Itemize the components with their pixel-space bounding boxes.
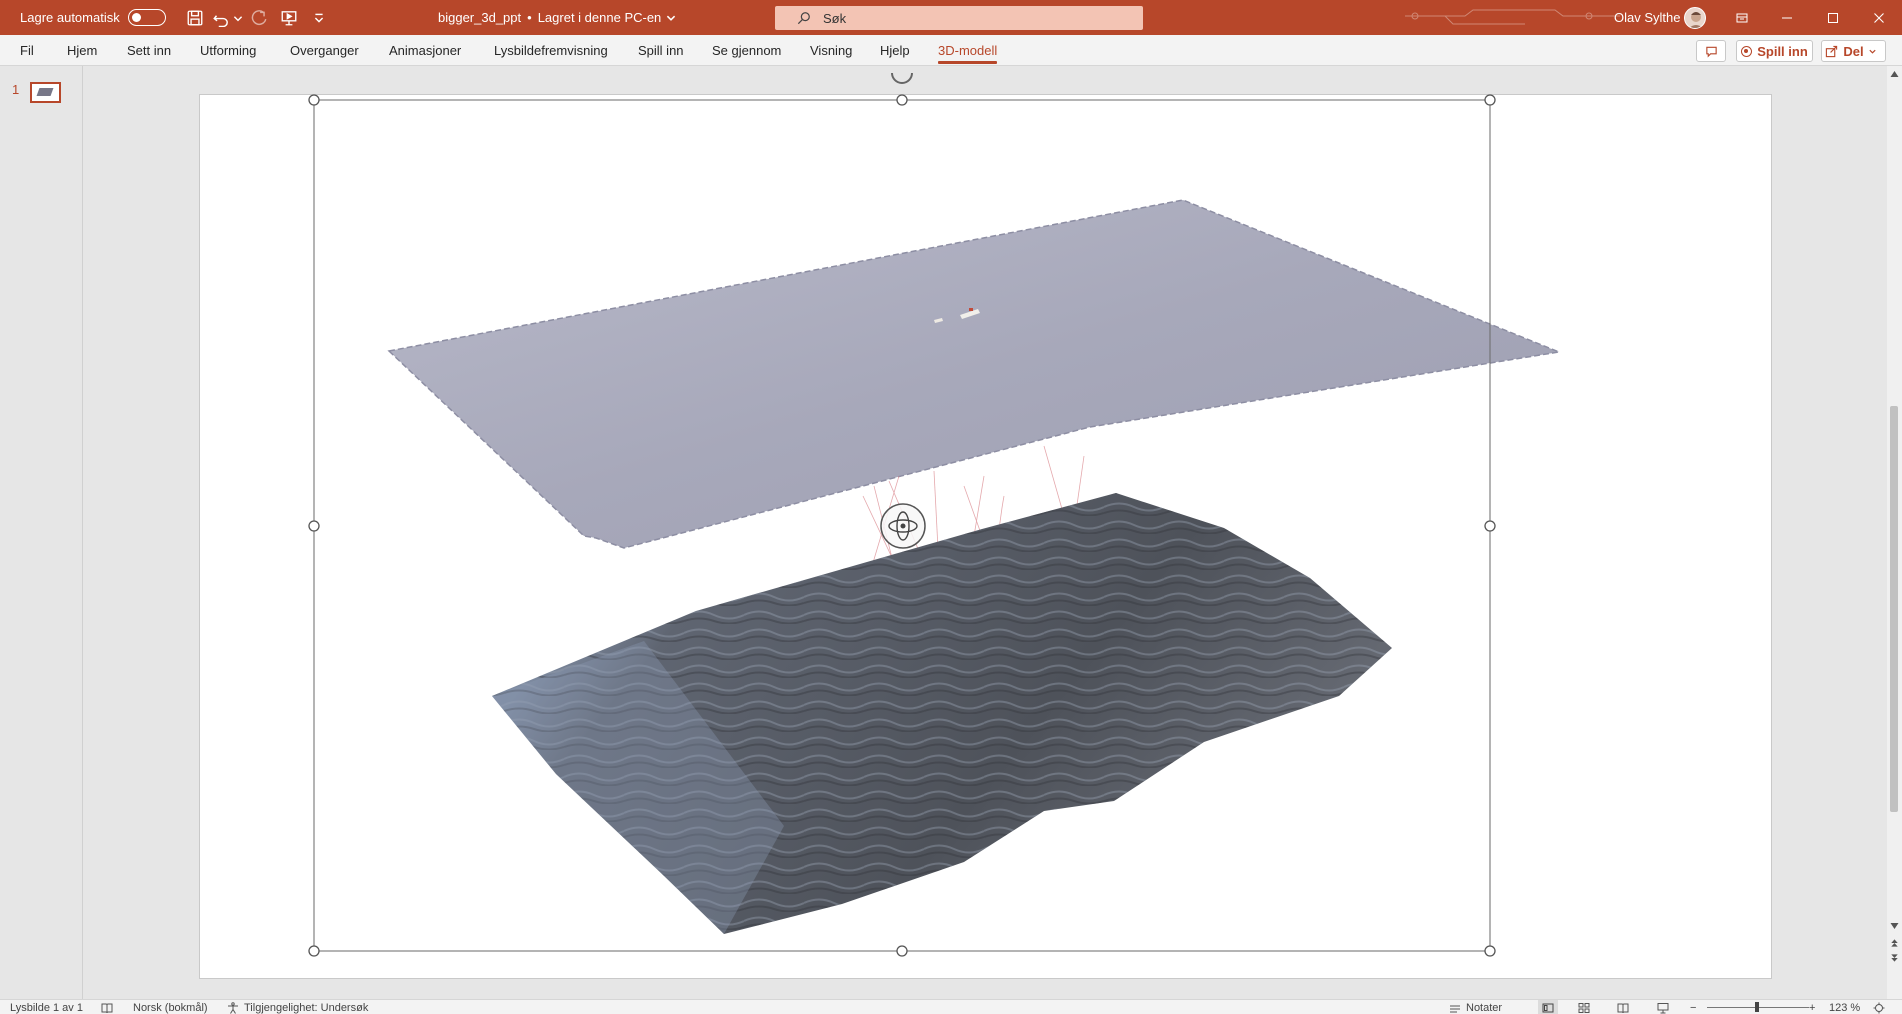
title-bar: Lagre automatisk bigger_3d_ppt • Lagret …: [0, 0, 1902, 35]
comment-icon: [1705, 46, 1717, 57]
status-bar: Lysbilde 1 av 1 Norsk (bokmål) Tilgjenge…: [0, 999, 1902, 1014]
tab-3d-model[interactable]: 3D-modell: [938, 35, 998, 66]
save-status: Lagret i denne PC-en: [537, 10, 662, 25]
user-avatar[interactable]: [1684, 7, 1706, 29]
autosave-toggle[interactable]: [127, 9, 166, 26]
comments-button[interactable]: [1696, 40, 1726, 62]
zoom-out-button[interactable]: −: [1690, 1000, 1696, 1014]
fit-to-window-icon[interactable]: [1873, 1000, 1885, 1014]
scroll-up-icon[interactable]: [1890, 70, 1899, 78]
share-icon: [1826, 45, 1838, 57]
3d-rotate-control-icon[interactable]: [880, 503, 926, 549]
tab-view[interactable]: Visning: [810, 35, 852, 66]
tab-help[interactable]: Hjelp: [880, 35, 910, 66]
share-button[interactable]: Del: [1821, 40, 1886, 62]
scroll-down-icon[interactable]: [1890, 922, 1899, 930]
slide-count: Lysbilde 1 av 1: [10, 1001, 83, 1014]
record-icon: [1741, 45, 1753, 57]
normal-view-icon[interactable]: [1538, 1000, 1558, 1014]
slide-sorter-icon[interactable]: [1578, 1000, 1590, 1014]
tab-animations[interactable]: Animasjoner: [389, 35, 461, 66]
chevron-down-icon: [667, 15, 676, 21]
tab-insert[interactable]: Sett inn: [127, 35, 171, 66]
next-slide-icon[interactable]: [1890, 954, 1899, 962]
customize-qat-icon[interactable]: [304, 0, 334, 35]
reading-view-icon[interactable]: [1617, 1000, 1629, 1014]
redo-icon[interactable]: [244, 0, 274, 35]
slide-editing-area: [84, 66, 1887, 999]
search-box[interactable]: Søk: [775, 6, 1143, 30]
undo-dropdown-icon[interactable]: [232, 0, 244, 35]
chevron-down-icon: [1868, 49, 1876, 54]
zoom-level[interactable]: 123 %: [1829, 1000, 1860, 1014]
tab-design[interactable]: Utforming: [200, 35, 256, 66]
notes-icon[interactable]: [1449, 1000, 1461, 1014]
zoom-slider-knob[interactable]: [1755, 1002, 1759, 1012]
notes-button[interactable]: Notater: [1466, 1000, 1502, 1014]
accessibility-status[interactable]: Tilgjengelighet: Undersøk: [244, 1000, 368, 1014]
autosave-label: Lagre automatisk: [20, 10, 120, 25]
rotate-handle-icon[interactable]: [891, 72, 913, 84]
search-icon: [797, 12, 810, 25]
decorative-circuit-pattern: [1405, 9, 1620, 25]
tab-file[interactable]: Fil: [20, 35, 34, 66]
sea-surface-layer: [387, 199, 1562, 549]
ribbon-tab-bar: Fil Hjem Sett inn Utforming Overganger A…: [0, 35, 1902, 66]
slide-thumbnail-pane: 1: [0, 66, 83, 999]
ribbon-display-options-icon[interactable]: [1719, 0, 1765, 35]
language-status[interactable]: Norsk (bokmål): [133, 1000, 208, 1014]
tab-transitions[interactable]: Overganger: [290, 35, 359, 66]
record-label: Spill inn: [1757, 43, 1808, 59]
tab-home[interactable]: Hjem: [67, 35, 97, 66]
vertical-scrollbar[interactable]: [1887, 66, 1902, 999]
spelling-check-icon[interactable]: [101, 1000, 113, 1014]
share-label: Del: [1843, 43, 1864, 59]
3d-model-scene: [308, 72, 1562, 957]
close-icon[interactable]: [1856, 0, 1902, 35]
tab-record[interactable]: Spill inn: [638, 35, 684, 66]
search-placeholder: Søk: [823, 10, 847, 26]
slide-thumbnail[interactable]: [30, 82, 61, 103]
user-name[interactable]: Olav Sylthe: [1614, 0, 1680, 35]
present-from-start-icon[interactable]: [274, 0, 304, 35]
maximize-icon[interactable]: [1810, 0, 1856, 35]
record-button[interactable]: Spill inn: [1736, 40, 1813, 62]
accessibility-icon[interactable]: [227, 1000, 239, 1014]
undo-icon[interactable]: [210, 0, 232, 35]
scrollbar-thumb[interactable]: [1890, 406, 1898, 812]
save-icon[interactable]: [180, 0, 210, 35]
title-separator: •: [527, 10, 532, 25]
tab-slideshow[interactable]: Lysbildefremvisning: [494, 35, 608, 66]
document-title[interactable]: bigger_3d_ppt • Lagret i denne PC-en: [438, 0, 677, 35]
document-name: bigger_3d_ppt: [438, 10, 522, 25]
minimize-icon[interactable]: [1764, 0, 1810, 35]
previous-slide-icon[interactable]: [1890, 939, 1899, 947]
zoom-in-button[interactable]: +: [1809, 1000, 1815, 1014]
slideshow-view-icon[interactable]: [1657, 1000, 1669, 1014]
tab-review[interactable]: Se gjennom: [712, 35, 781, 66]
slide-number: 1: [12, 82, 20, 97]
